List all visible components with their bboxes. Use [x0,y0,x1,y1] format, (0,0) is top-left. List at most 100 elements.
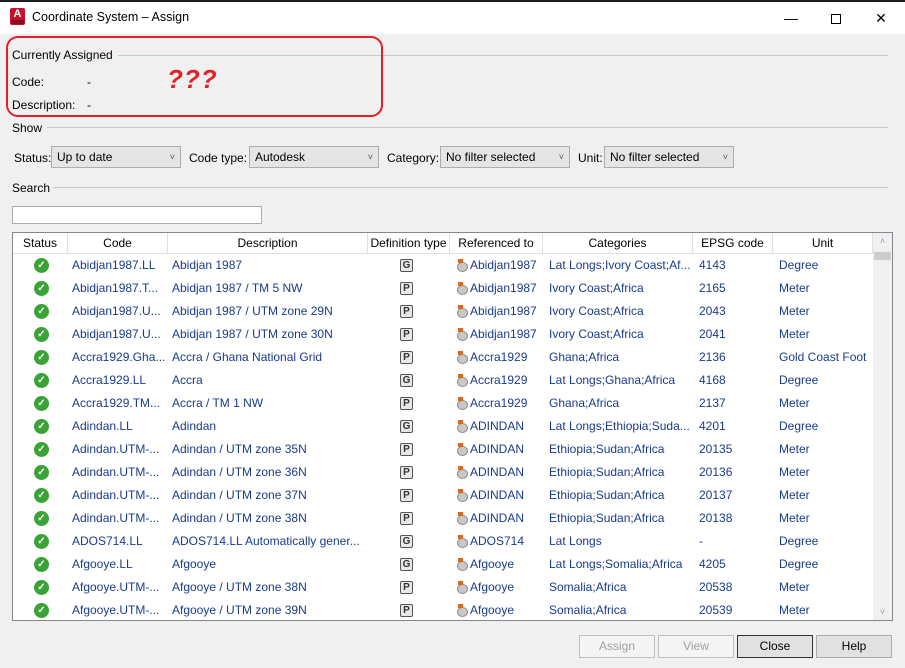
datum-globe-icon [456,397,469,410]
table-row[interactable]: ✓ Adindan.LL Adindan G ADINDAN Lat Longs;Ethi… [13,415,873,438]
table-row[interactable]: ✓ Abidjan1987.LL Abidjan 1987 G Abidjan1987 L… [13,254,873,277]
datum-globe-icon [456,581,469,594]
definition-type-icon: P [400,397,413,410]
cell-code: Abidjan1987.T... [72,281,159,295]
cell-code: Accra1929.Gha... [72,350,166,364]
status-filter-value: Up to date [57,150,113,164]
cell-unit: Meter [779,511,810,525]
category-filter-value: No filter selected [446,150,536,164]
datum-globe-icon [456,282,469,295]
status-ok-icon: ✓ [34,281,49,296]
column-header-categories[interactable]: Categories [543,233,693,254]
datum-globe-icon [456,328,469,341]
unit-filter-dropdown[interactable]: No filter selected ˅ [604,146,734,168]
column-header-description[interactable]: Description [168,233,368,254]
status-ok-icon: ✓ [34,465,49,480]
cell-categories: Ghana;Africa [549,350,620,364]
cell-unit: Meter [779,396,810,410]
cell-description: Accra / TM 1 NW [172,396,264,410]
code-type-filter-value: Autodesk [255,150,306,164]
cell-epsg-code: 2043 [699,304,726,318]
coordinate-system-assign-dialog: A Coordinate System – Assign — ✕ Current… [0,0,905,668]
table-row[interactable]: ✓ Afgooye.UTM-... Afgooye / UTM zone 39N P A… [13,599,873,620]
group-divider [53,187,888,188]
definition-type-icon: P [400,512,413,525]
table-row[interactable]: ✓ Abidjan1987.T... Abidjan 1987 / TM 5 NW P… [13,277,873,300]
cell-epsg-code: 2041 [699,327,726,341]
cell-referenced-to: Abidjan1987 [470,327,537,341]
cell-epsg-code: 2137 [699,396,726,410]
datum-globe-icon [456,259,469,272]
column-header-referenced-to[interactable]: Referenced to [450,233,543,254]
cell-unit: Degree [779,373,819,387]
cell-referenced-to: ADINDAN [470,419,525,433]
close-button[interactable]: Close [737,635,813,658]
scroll-up-arrow-icon[interactable]: ˄ [873,236,892,246]
coordinate-systems-table: Status Code Description Definition type … [12,232,893,621]
cell-unit: Meter [779,580,810,594]
status-ok-icon: ✓ [34,419,49,434]
definition-type-icon: P [400,581,413,594]
help-button[interactable]: Help [816,635,892,658]
scroll-down-arrow-icon[interactable]: ˅ [873,607,892,617]
search-input[interactable] [12,206,262,224]
assign-button[interactable]: Assign [579,635,655,658]
table-row[interactable]: ✓ Afgooye.LL Afgooye G Afgooye Lat Longs;Soma… [13,553,873,576]
status-filter-dropdown[interactable]: Up to date ˅ [51,146,181,168]
close-window-button[interactable]: ✕ [858,2,904,34]
show-group-label: Show [12,121,43,135]
table-row[interactable]: ✓ Adindan.UTM-... Adindan / UTM zone 38N P A… [13,507,873,530]
definition-type-icon: P [400,443,413,456]
status-ok-icon: ✓ [34,258,49,273]
category-filter-dropdown[interactable]: No filter selected ˅ [440,146,570,168]
cell-code: Abidjan1987.LL [72,258,156,272]
cell-description: Abidjan 1987 / TM 5 NW [172,281,303,295]
cell-code: Afgooye.LL [72,557,133,571]
table-row[interactable]: ✓ Abidjan1987.U... Abidjan 1987 / UTM zone… [13,323,873,346]
category-filter-label: Category: [387,151,440,165]
minimize-button[interactable]: — [768,2,814,34]
cell-code: Adindan.UTM-... [72,465,160,479]
cell-referenced-to: Abidjan1987 [470,281,537,295]
column-header-code[interactable]: Code [68,233,168,254]
column-header-definition-type[interactable]: Definition type [368,233,450,254]
definition-type-icon: P [400,489,413,502]
table-row[interactable]: ✓ Accra1929.Gha... Accra / Ghana National … [13,346,873,369]
table-row[interactable]: ✓ Adindan.UTM-... Adindan / UTM zone 36N P A… [13,461,873,484]
table-row[interactable]: ✓ Abidjan1987.U... Abidjan 1987 / UTM zone… [13,300,873,323]
autocad-app-icon: A [10,8,25,25]
table-row[interactable]: ✓ Accra1929.LL Accra G Accra1929 Lat Longs;Gh… [13,369,873,392]
table-row[interactable]: ✓ ADOS714.LL ADOS714.LL Automatically gene… [13,530,873,553]
group-divider [47,127,888,128]
column-header-status[interactable]: Status [13,233,68,254]
table-row[interactable]: ✓ Adindan.UTM-... Adindan / UTM zone 37N P A… [13,484,873,507]
cell-referenced-to: Afgooye [470,603,515,617]
scrollbar-thumb[interactable] [874,252,891,260]
unit-filter-value: No filter selected [610,150,700,164]
unit-filter-label: Unit: [578,151,603,165]
maximize-icon [831,14,841,25]
cell-referenced-to: ADINDAN [470,465,525,479]
definition-type-icon: G [400,535,413,548]
table-row[interactable]: ✓ Accra1929.TM... Accra / TM 1 NW P Accra192… [13,392,873,415]
cell-description: Abidjan 1987 / UTM zone 30N [172,327,333,341]
cell-referenced-to: Abidjan1987 [470,304,537,318]
code-type-filter-dropdown[interactable]: Autodesk ˅ [249,146,379,168]
table-row[interactable]: ✓ Adindan.UTM-... Adindan / UTM zone 35N P A… [13,438,873,461]
cell-categories: Ivory Coast;Africa [549,281,644,295]
status-ok-icon: ✓ [34,534,49,549]
table-row[interactable]: ✓ Afgooye.UTM-... Afgooye / UTM zone 38N P A… [13,576,873,599]
cell-description: Adindan / UTM zone 38N [172,511,307,525]
cell-referenced-to: ADOS714 [470,534,525,548]
cell-epsg-code: 4201 [699,419,726,433]
column-header-epsg-code[interactable]: EPSG code [693,233,773,254]
search-group-label: Search [12,181,51,195]
cell-unit: Gold Coast Foot [779,350,867,364]
cell-code: Accra1929.TM... [72,396,161,410]
maximize-button[interactable] [813,2,859,34]
status-ok-icon: ✓ [34,580,49,595]
view-button[interactable]: View [658,635,734,658]
vertical-scrollbar[interactable]: ˄ ˅ [873,233,892,620]
column-header-unit[interactable]: Unit [773,233,873,254]
cell-code: Afgooye.UTM-... [72,580,160,594]
